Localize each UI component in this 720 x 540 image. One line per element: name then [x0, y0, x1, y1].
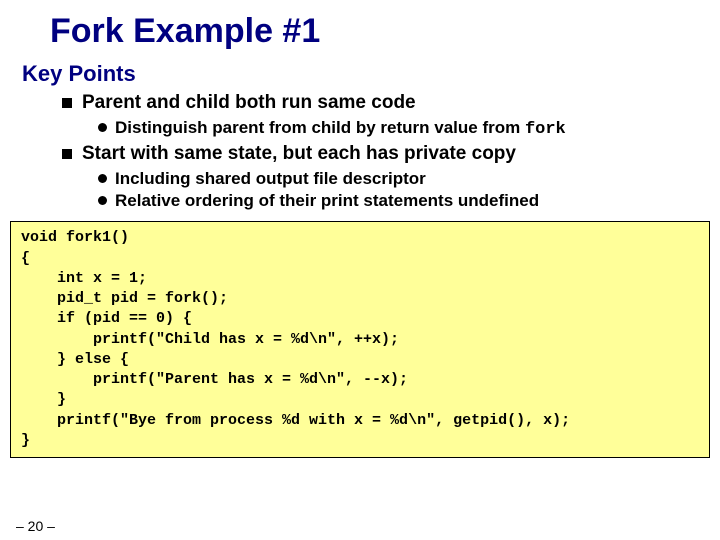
bullet-1-text: Parent and child both run same code	[82, 91, 416, 115]
key-points-heading: Key Points	[22, 61, 698, 87]
round-bullet-icon	[98, 196, 107, 205]
bullet-1-sub-1-pre: Distinguish parent from child by return …	[115, 118, 525, 137]
bullet-2: Start with same state, but each has priv…	[62, 142, 698, 166]
code-block: void fork1() { int x = 1; pid_t pid = fo…	[10, 221, 710, 458]
bullet-1-sub-1: Distinguish parent from child by return …	[98, 117, 698, 140]
bullet-2-sub-2: Relative ordering of their print stateme…	[98, 190, 698, 211]
square-bullet-icon	[62, 149, 72, 159]
round-bullet-icon	[98, 123, 107, 132]
bullet-2-sub-1: Including shared output file descriptor	[98, 168, 698, 189]
bullet-2-text: Start with same state, but each has priv…	[82, 142, 516, 166]
round-bullet-icon	[98, 174, 107, 183]
bullet-1-sub-1-code: fork	[525, 120, 566, 139]
page-number: – 20 –	[16, 518, 55, 534]
bullet-2-sub-1-text: Including shared output file descriptor	[115, 168, 426, 189]
bullet-1: Parent and child both run same code	[62, 91, 698, 115]
square-bullet-icon	[62, 98, 72, 108]
slide-title: Fork Example #1	[50, 12, 698, 51]
bullet-2-sub-2-text: Relative ordering of their print stateme…	[115, 190, 539, 211]
bullet-1-sub-1-text: Distinguish parent from child by return …	[115, 117, 566, 140]
